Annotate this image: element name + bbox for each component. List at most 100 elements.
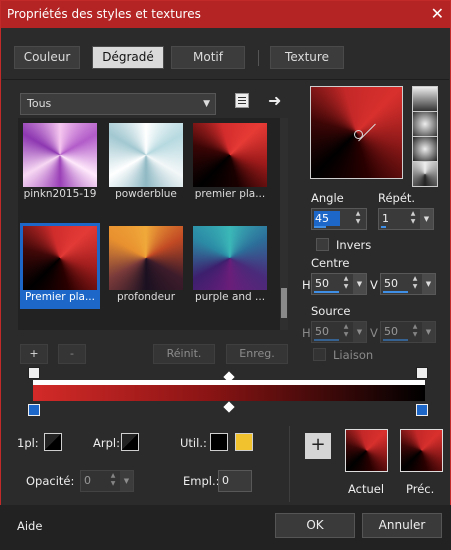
link-checkbox[interactable] (313, 348, 326, 361)
tab-couleur[interactable]: Couleur (14, 46, 80, 69)
color-stop-right[interactable] (416, 404, 428, 416)
up-down-icon[interactable]: ▲ ▼ (409, 323, 421, 341)
gradient-bar[interactable] (33, 385, 425, 401)
scrollbar-thumb[interactable] (281, 288, 287, 318)
source-h-value[interactable]: 50 (314, 324, 340, 339)
save-button[interactable]: Enreg. (226, 344, 288, 364)
tab-degrade[interactable]: Dégradé (92, 46, 164, 69)
remove-button[interactable]: - (58, 344, 86, 364)
link-label: Liaison (333, 348, 374, 362)
angle-value[interactable]: 45 (314, 211, 340, 226)
first-plane-swatch[interactable] (44, 433, 62, 451)
first-plane-label: 1pl: (17, 436, 39, 450)
add-button[interactable]: + (20, 344, 48, 364)
user-color-black-swatch[interactable] (210, 433, 228, 451)
arrow-right-icon[interactable]: ➜ (268, 91, 281, 110)
center-v-value[interactable]: 50 (383, 276, 409, 291)
source-label: Source (311, 304, 351, 318)
color-stop-left[interactable] (28, 404, 40, 416)
current-label: Actuel (348, 482, 385, 496)
location-value[interactable]: 0 (221, 473, 247, 488)
gradient-thumb[interactable]: profondeur (106, 223, 186, 309)
chevron-down-icon[interactable]: ▼ (353, 322, 366, 342)
center-h-spinner[interactable]: 50 ▲ ▼ ▼ (311, 273, 367, 295)
gradient-thumb-label: purple and ... (194, 291, 266, 303)
up-down-icon[interactable]: ▲ ▼ (407, 210, 419, 228)
up-down-icon[interactable]: ▲ ▼ (340, 323, 352, 341)
center-v-slider[interactable] (383, 291, 408, 293)
gradient-thumb[interactable]: premier pla... (190, 120, 270, 206)
gradient-thumb-image (193, 123, 267, 187)
opacity-stop-left[interactable] (28, 367, 40, 379)
tab-divider (258, 50, 259, 66)
up-down-icon[interactable]: ▲ ▼ (352, 210, 364, 228)
opacity-stop-right[interactable] (416, 367, 428, 379)
gradient-thumb-label: pinkn2015-19 (23, 188, 97, 200)
gradient-thumb-image (109, 226, 183, 290)
repeat-slider[interactable] (381, 226, 386, 228)
center-v-label: V (370, 278, 378, 292)
source-v-value[interactable]: 50 (383, 324, 409, 339)
radial-gradient-icon[interactable] (412, 136, 438, 162)
angle-slider[interactable] (314, 226, 326, 228)
gradient-thumb-image (193, 226, 267, 290)
gradient-thumb[interactable]: powderblue (106, 120, 186, 206)
help-link[interactable]: Aide (17, 519, 42, 533)
document-icon[interactable] (235, 93, 249, 108)
location-label: Empl.: (183, 474, 220, 488)
reset-button[interactable]: Réinit. (153, 344, 215, 364)
location-field[interactable]: 0 (218, 470, 252, 492)
opacity-value[interactable]: 0 (83, 473, 109, 488)
tab-texture[interactable]: Texture (270, 46, 344, 69)
opacity-spinner[interactable]: 0 ▲ ▼ ▼ (80, 470, 134, 492)
ok-button[interactable]: OK (275, 513, 355, 538)
close-icon[interactable]: ✕ (431, 4, 444, 23)
source-h-slider[interactable] (314, 339, 339, 341)
angle-spinner[interactable]: 45 ▲ ▼ (311, 208, 367, 230)
user-color-yellow-swatch[interactable] (235, 433, 253, 451)
source-v-spinner[interactable]: 50 ▲ ▼ ▼ (380, 321, 436, 343)
gallery-scrollbar[interactable] (280, 118, 288, 330)
category-dropdown[interactable]: Tous ▼ (20, 93, 216, 115)
current-preview[interactable] (345, 429, 388, 472)
gradient-thumb[interactable]: pinkn2015-19 (20, 120, 100, 206)
chevron-down-icon[interactable]: ▼ (120, 471, 133, 491)
gradient-thumb-image (23, 226, 97, 290)
background-plane-label: Arpl: (93, 436, 120, 450)
up-down-icon[interactable]: ▲ ▼ (409, 275, 421, 293)
gradient-thumb[interactable]: Premier pla... (20, 223, 100, 309)
source-v-slider[interactable] (383, 339, 408, 341)
cancel-button[interactable]: Annuler (362, 513, 442, 538)
category-dropdown-value: Tous (27, 97, 52, 110)
previous-preview[interactable] (400, 429, 443, 472)
gradient-gallery: pinkn2015-19 powderblue premier pla... P… (18, 118, 280, 330)
gradient-thumb-label: profondeur (116, 291, 176, 303)
gradient-thumb[interactable]: purple and ... (190, 223, 270, 309)
center-v-spinner[interactable]: 50 ▲ ▼ ▼ (380, 273, 436, 295)
rectangular-gradient-icon[interactable] (412, 111, 438, 137)
center-h-slider[interactable] (314, 291, 339, 293)
chevron-down-icon[interactable]: ▼ (422, 322, 435, 342)
gradient-thumb-label: Premier pla... (25, 291, 95, 303)
repeat-label: Répét. (378, 191, 416, 205)
gradient-preview[interactable] (310, 86, 403, 179)
add-preview-button[interactable]: + (305, 433, 331, 459)
gradient-thumb-label: powderblue (115, 188, 177, 200)
background-plane-swatch[interactable] (121, 433, 139, 451)
repeat-spinner[interactable]: 1 ▲ ▼ ▼ (378, 208, 434, 230)
invert-checkbox[interactable] (316, 238, 329, 251)
up-down-icon[interactable]: ▲ ▼ (340, 275, 352, 293)
chevron-down-icon[interactable]: ▼ (353, 274, 366, 294)
repeat-value[interactable]: 1 (381, 211, 407, 226)
user-color-label: Util.: (180, 436, 207, 450)
center-h-value[interactable]: 50 (314, 276, 340, 291)
linear-gradient-icon[interactable] (412, 86, 438, 112)
sunburst-gradient-icon[interactable] (412, 161, 438, 187)
up-down-icon[interactable]: ▲ ▼ (107, 472, 119, 490)
gradient-thumb-image (23, 123, 97, 187)
source-h-spinner[interactable]: 50 ▲ ▼ ▼ (311, 321, 367, 343)
chevron-down-icon[interactable]: ▼ (422, 274, 435, 294)
chevron-down-icon[interactable]: ▼ (420, 209, 433, 229)
tab-motif[interactable]: Motif (171, 46, 245, 69)
previous-label: Préc. (406, 482, 435, 496)
